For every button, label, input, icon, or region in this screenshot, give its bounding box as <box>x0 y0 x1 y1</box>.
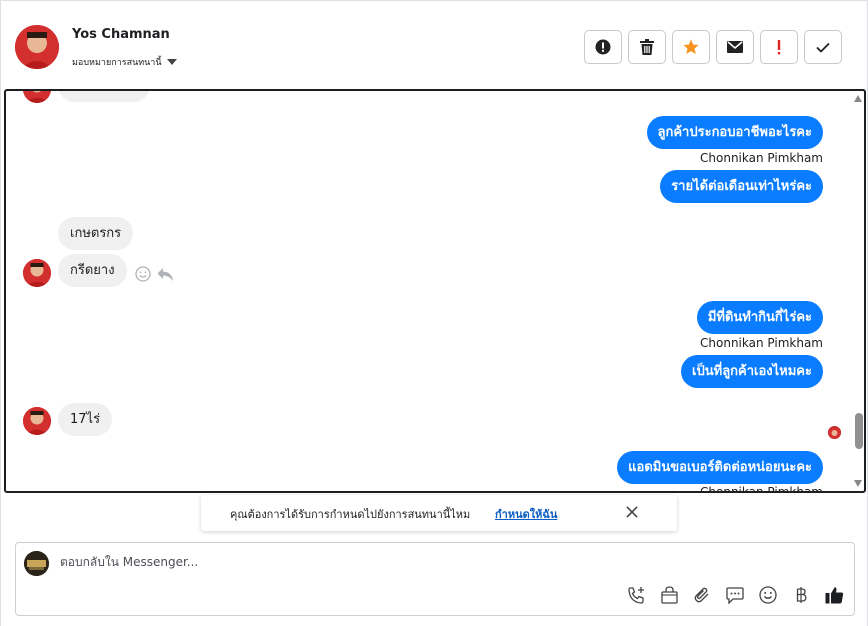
star-icon <box>683 39 699 54</box>
contact-avatar-small <box>23 91 51 103</box>
contact-avatar-small <box>23 259 51 287</box>
message-incoming: กรีดยาง <box>58 254 127 287</box>
page-avatar <box>24 551 49 576</box>
phone-plus-icon <box>627 586 644 604</box>
emoji-button[interactable] <box>758 585 778 605</box>
contact-name[interactable]: Yos Chamnan <box>72 27 170 42</box>
delete-button[interactable] <box>628 30 666 64</box>
message-outgoing: มีที่ดินทำกินกี่ไร่คะ <box>696 301 823 334</box>
payment-button[interactable] <box>791 585 811 605</box>
chevron-down-icon <box>166 59 177 65</box>
reply-composer <box>15 542 855 616</box>
react-smiley-icon[interactable] <box>135 266 151 282</box>
star-button[interactable] <box>672 30 710 64</box>
mark-spam-button[interactable] <box>760 30 798 64</box>
like-button[interactable] <box>824 585 844 605</box>
assign-conversation-dropdown[interactable]: มอบหมายการสนทนานี้ <box>72 55 177 69</box>
assign-prompt-text: คุณต้องการได้รับการกำหนดไปยังการสนทนานี้… <box>230 508 471 521</box>
baht-icon <box>796 587 807 603</box>
alert-button[interactable] <box>584 30 622 64</box>
paperclip-icon <box>694 587 709 603</box>
contact-avatar[interactable] <box>15 25 59 69</box>
smiley-icon <box>759 586 777 604</box>
scroll-up-arrow[interactable] <box>854 95 862 102</box>
conversation-panel: Yos Chamnan มอบหมายการสนทนานี้ ลูกค้าประ… <box>0 0 868 626</box>
message-thread[interactable]: ลูกค้าประกอบอาชีพอะไรคะ Chonnikan Pimkha… <box>4 89 866 493</box>
header-actions <box>584 30 842 64</box>
alert-circle-icon <box>595 39 611 55</box>
mark-done-button[interactable] <box>804 30 842 64</box>
chat-bubble-icon <box>726 586 744 604</box>
shop-button[interactable] <box>659 585 679 605</box>
mark-unread-button[interactable] <box>716 30 754 64</box>
trash-icon <box>640 39 654 55</box>
message-outgoing: ลูกค้าประกอบอาชีพอะไรคะ <box>646 116 823 149</box>
exclamation-icon <box>777 40 781 55</box>
scroll-down-arrow[interactable] <box>854 480 862 487</box>
assign-to-me-link[interactable]: กำหนดให้ฉัน <box>495 505 557 523</box>
message-outgoing: รายได้ต่อเดือนเท่าไหร่คะ <box>660 170 823 203</box>
message-outgoing: เป็นที่ลูกค้าเองไหมคะ <box>681 355 823 388</box>
thumbs-up-icon <box>825 587 843 604</box>
scrollbar-thumb[interactable] <box>855 413 863 449</box>
call-button[interactable] <box>626 585 646 605</box>
message-sender-name: Chonnikan Pimkham <box>700 336 823 350</box>
assign-prompt-toast: คุณต้องการได้รับการกำหนดไปยังการสนทนานี้… <box>201 495 677 531</box>
composer-toolbar <box>626 585 844 605</box>
conversation-header: Yos Chamnan มอบหมายการสนทนานี้ <box>1 0 867 88</box>
shopping-bag-icon <box>660 586 678 604</box>
saved-replies-button[interactable] <box>725 585 745 605</box>
reply-icon[interactable] <box>157 267 174 282</box>
message-incoming: 17ไร่ <box>58 403 113 436</box>
message-incoming-truncated <box>58 91 150 102</box>
assign-label: มอบหมายการสนทนานี้ <box>72 58 162 68</box>
contact-avatar-small <box>23 407 51 435</box>
check-icon <box>816 42 830 53</box>
attach-button[interactable] <box>692 585 712 605</box>
message-sender-name: Chonnikan Pimkham <box>700 485 823 493</box>
seen-receipt-avatar <box>828 426 841 439</box>
message-incoming: เกษตรกร <box>58 217 134 250</box>
reply-input[interactable] <box>60 555 620 569</box>
message-outgoing: แอดมินขอเบอร์ติดต่อหน่อยนะคะ <box>617 451 823 484</box>
mail-icon <box>727 41 743 53</box>
message-sender-name: Chonnikan Pimkham <box>700 151 823 165</box>
close-icon[interactable] <box>623 503 641 521</box>
